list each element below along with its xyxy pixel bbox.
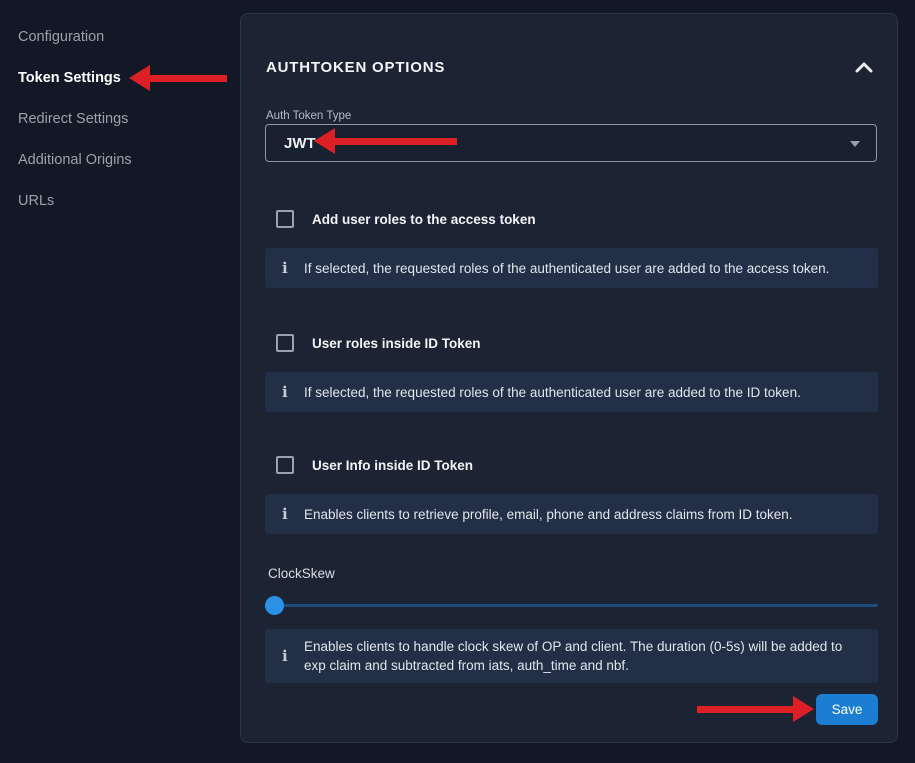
authtoken-options-panel: AUTHTOKEN OPTIONS Auth Token Type JWT Ad…	[240, 13, 898, 743]
info-icon: ℹ	[282, 385, 304, 400]
auth-token-type-label: Auth Token Type	[266, 110, 351, 122]
arrow-bar	[335, 138, 457, 145]
sidebar-item-urls[interactable]: URLs	[18, 193, 54, 209]
info-icon: ℹ	[282, 261, 304, 276]
checkbox-user-roles-id-token[interactable]	[276, 334, 294, 352]
info-text: If selected, the requested roles of the …	[304, 383, 801, 402]
checkbox-label: User roles inside ID Token	[312, 336, 481, 351]
arrow-head	[129, 65, 150, 91]
clockskew-slider[interactable]	[265, 595, 878, 615]
option-row-user-info-id-token: User Info inside ID Token	[276, 456, 473, 474]
sidebar-item-redirect-settings[interactable]: Redirect Settings	[18, 111, 128, 127]
checkbox-label: User Info inside ID Token	[312, 458, 473, 473]
arrow-bar	[697, 706, 793, 713]
info-icon: ℹ	[282, 649, 304, 664]
save-button[interactable]: Save	[816, 694, 878, 725]
arrow-head	[314, 128, 335, 154]
sidebar: Configuration Token Settings Redirect Se…	[0, 0, 240, 763]
info-text: Enables clients to handle clock skew of …	[304, 637, 864, 675]
annotation-arrow-save	[697, 696, 814, 722]
annotation-arrow-token-settings	[129, 65, 227, 91]
arrow-head	[793, 696, 814, 722]
panel-title: AUTHTOKEN OPTIONS	[266, 59, 445, 76]
info-icon: ℹ	[282, 507, 304, 522]
info-box-clockskew: ℹ Enables clients to handle clock skew o…	[265, 629, 878, 683]
arrow-bar	[150, 75, 227, 82]
checkbox-user-info-id-token[interactable]	[276, 456, 294, 474]
checkbox-label: Add user roles to the access token	[312, 212, 536, 227]
sidebar-item-token-settings[interactable]: Token Settings	[18, 70, 121, 86]
annotation-arrow-jwt	[314, 128, 457, 154]
clockskew-label: ClockSkew	[268, 566, 335, 581]
info-box-id-token-roles: ℹ If selected, the requested roles of th…	[265, 372, 878, 412]
sidebar-item-additional-origins[interactable]: Additional Origins	[18, 152, 132, 168]
option-row-access-token-roles: Add user roles to the access token	[276, 210, 536, 228]
chevron-up-icon[interactable]	[855, 60, 873, 72]
sidebar-item-configuration[interactable]: Configuration	[18, 29, 104, 45]
checkbox-add-user-roles-access-token[interactable]	[276, 210, 294, 228]
slider-thumb[interactable]	[265, 596, 284, 615]
chevron-down-icon	[850, 141, 860, 147]
option-row-id-token-roles: User roles inside ID Token	[276, 334, 481, 352]
info-box-access-token-roles: ℹ If selected, the requested roles of th…	[265, 248, 878, 288]
info-box-user-info-id-token: ℹ Enables clients to retrieve profile, e…	[265, 494, 878, 534]
auth-token-type-value: JWT	[284, 135, 316, 152]
info-text: Enables clients to retrieve profile, ema…	[304, 505, 793, 524]
info-text: If selected, the requested roles of the …	[304, 259, 829, 278]
slider-track	[265, 604, 878, 607]
